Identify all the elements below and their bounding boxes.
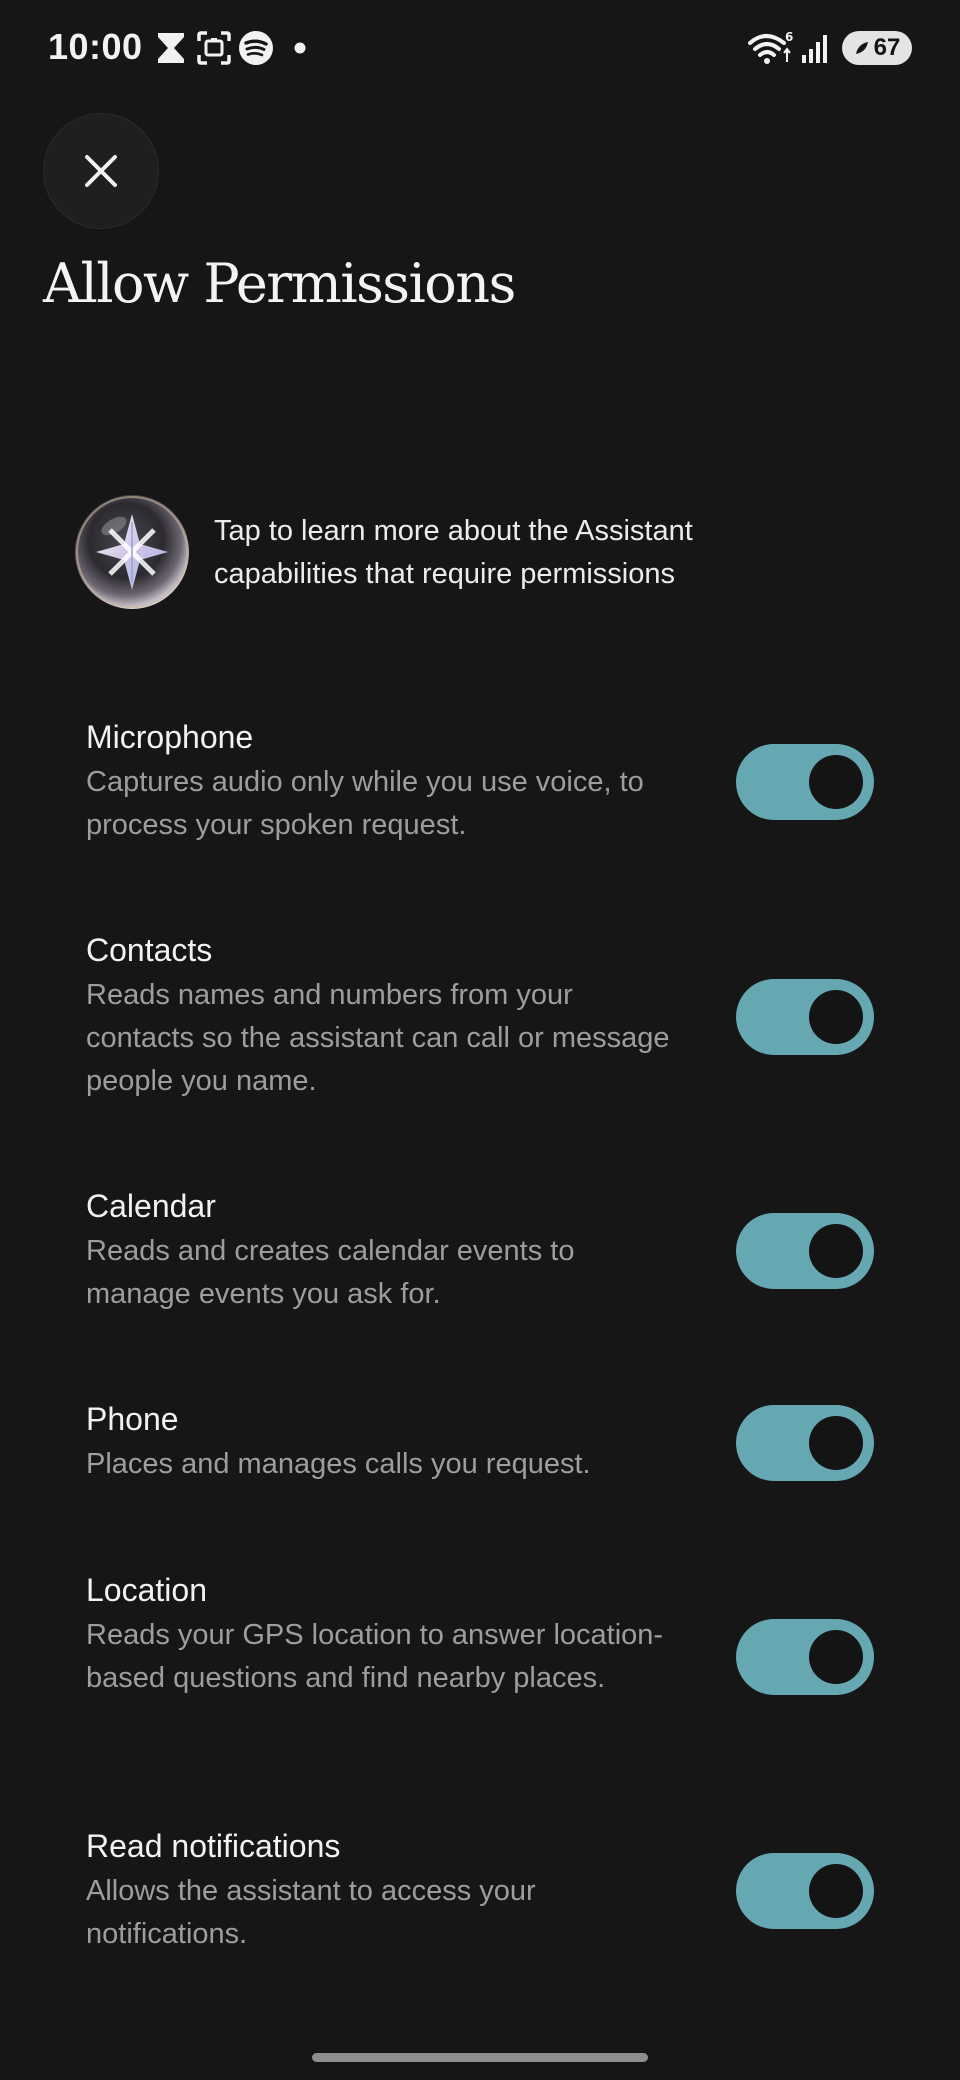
- permission-description: Reads your GPS location to answer locati…: [86, 1619, 664, 1694]
- battery-level: 67: [873, 34, 901, 61]
- permission-title: Contacts: [86, 932, 213, 968]
- location-toggle[interactable]: [736, 1619, 874, 1695]
- permission-row-microphone: Microphone Captures audio only while you…: [86, 717, 876, 847]
- close-icon: [85, 155, 117, 187]
- svg-text:6: 6: [785, 30, 793, 44]
- permission-description: Captures audio only while you use voice,…: [86, 766, 644, 841]
- dot-icon: [294, 42, 306, 54]
- permission-row-contacts: Contacts Reads names and numbers from yo…: [86, 930, 876, 1103]
- wifi-6-icon: 6: [748, 30, 793, 64]
- read-notifications-toggle[interactable]: [736, 1853, 874, 1929]
- permission-description: Places and manages calls you request.: [86, 1448, 591, 1480]
- permission-row-phone: Phone Places and manages calls you reque…: [86, 1399, 876, 1486]
- toggle-knob: [809, 1630, 863, 1684]
- permission-description: Allows the assistant to access your noti…: [86, 1875, 536, 1950]
- permission-row-calendar: Calendar Reads and creates calendar even…: [86, 1186, 876, 1316]
- screenshot-icon: [197, 31, 231, 65]
- page-title: Allow Permissions: [43, 252, 516, 315]
- toggle-knob: [809, 990, 863, 1044]
- cellular-signal-icon: [802, 35, 827, 63]
- assistant-orb-icon: [74, 494, 190, 610]
- close-button[interactable]: [43, 113, 159, 229]
- home-indicator[interactable]: [312, 2053, 648, 2062]
- permission-row-location: Location Reads your GPS location to answ…: [86, 1570, 876, 1700]
- permission-description: Reads names and numbers from your contac…: [86, 979, 670, 1097]
- toggle-knob: [809, 1864, 863, 1918]
- learn-more-row[interactable]: Tap to learn more about the Assistant ca…: [74, 490, 894, 615]
- permission-title: Location: [86, 1572, 207, 1608]
- status-time: 10:00: [48, 26, 143, 67]
- microphone-toggle[interactable]: [736, 744, 874, 820]
- permission-row-read-notifications: Read notifications Allows the assistant …: [86, 1826, 876, 1956]
- toggle-knob: [809, 1224, 863, 1278]
- spotify-icon: [239, 31, 273, 65]
- battery-indicator: 67: [842, 31, 912, 65]
- permission-description: Reads and creates calendar events to man…: [86, 1235, 575, 1310]
- toggle-knob: [809, 1416, 863, 1470]
- phone-toggle[interactable]: [736, 1405, 874, 1481]
- calendar-toggle[interactable]: [736, 1213, 874, 1289]
- toggle-knob: [809, 755, 863, 809]
- contacts-toggle[interactable]: [736, 979, 874, 1055]
- battery-saver-icon: [855, 42, 868, 54]
- hourglass-icon: [158, 33, 184, 63]
- status-bar: 10:00 6 67: [0, 0, 960, 96]
- learn-more-text: Tap to learn more about the Assistant ca…: [214, 515, 693, 590]
